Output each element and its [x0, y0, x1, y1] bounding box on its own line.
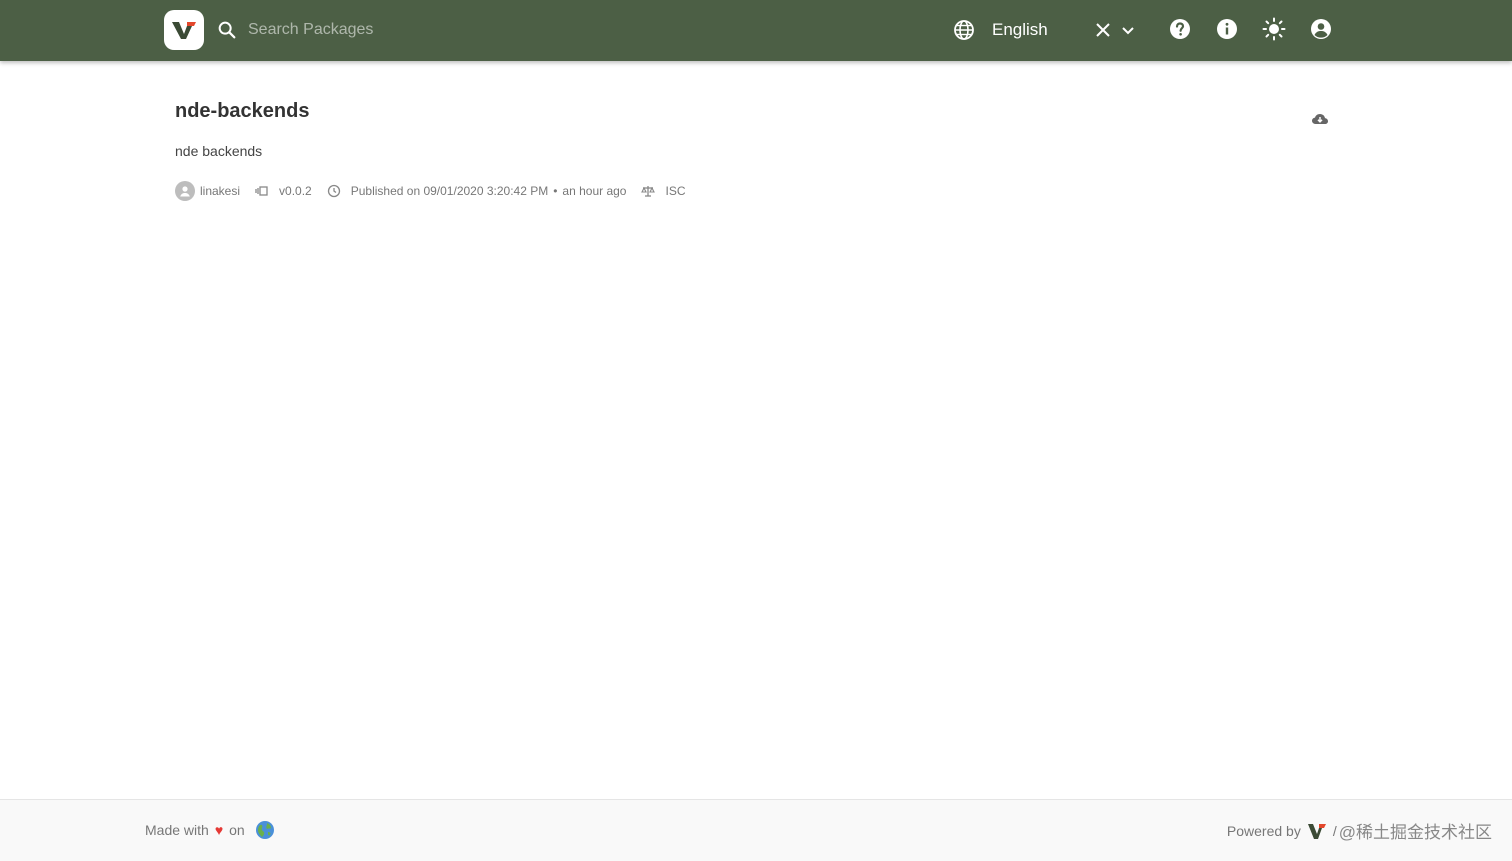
clock-icon	[327, 184, 340, 198]
search-input[interactable]	[248, 21, 768, 39]
version-label: v0.0.2	[279, 184, 312, 198]
chevron-down-icon[interactable]	[1120, 22, 1136, 38]
author-info[interactable]: linakesi	[175, 181, 240, 201]
globe-icon	[954, 20, 974, 40]
download-cloud-icon[interactable]	[1311, 110, 1329, 128]
footer-powered-by: Powered by / @稀土掘金技术社区	[1227, 818, 1492, 843]
author-name: linakesi	[200, 184, 241, 198]
made-with-text: Made with	[145, 822, 209, 838]
info-icon[interactable]	[1215, 17, 1239, 41]
top-app-bar: English	[0, 0, 1512, 61]
version-info: v0.0.2	[255, 184, 312, 198]
package-description: nde backends	[175, 143, 263, 159]
verdaccio-small-logo-icon[interactable]	[1307, 821, 1327, 841]
package-detail: nde-backends nde backends linakesi v0.0.…	[175, 100, 1335, 201]
watermark-text: @稀土掘金技术社区	[1338, 823, 1492, 842]
scale-icon	[641, 186, 656, 197]
license-info: ISC	[641, 184, 686, 198]
close-icon[interactable]	[1094, 21, 1112, 39]
search-icon	[218, 21, 236, 39]
heart-icon: ♥	[214, 822, 224, 838]
verdaccio-logo[interactable]	[164, 10, 204, 50]
language-label: English	[992, 20, 1048, 39]
relative-time: an hour ago	[562, 184, 627, 198]
account-icon[interactable]	[1309, 17, 1333, 41]
package-title: nde-backends	[175, 100, 310, 122]
theme-sun-icon[interactable]	[1262, 17, 1286, 41]
footer: Made with ♥ on Powered by / @稀土掘金技术社区	[0, 799, 1512, 861]
avatar	[175, 181, 195, 201]
language-selector[interactable]: English	[952, 14, 1142, 46]
package-meta: linakesi v0.0.2 Published on 09/01/2020 …	[175, 181, 1335, 201]
powered-by-text: Powered by	[1226, 822, 1301, 839]
slash-text: /	[1332, 822, 1337, 839]
search-bar	[216, 14, 816, 46]
separator-dot: •	[553, 184, 558, 198]
published-date: Published on 09/01/2020 3:20:42 PM	[350, 184, 549, 198]
footer-made-with: Made with ♥ on	[145, 820, 275, 840]
user-icon	[180, 186, 190, 197]
logo-icon	[172, 22, 196, 39]
license-label: ISC	[665, 184, 686, 198]
published-info: Published on 09/01/2020 3:20:42 PM • an …	[327, 184, 627, 198]
help-icon[interactable]	[1168, 17, 1192, 41]
earth-icon	[255, 821, 274, 839]
version-icon	[255, 186, 268, 196]
on-text: on	[229, 822, 245, 838]
